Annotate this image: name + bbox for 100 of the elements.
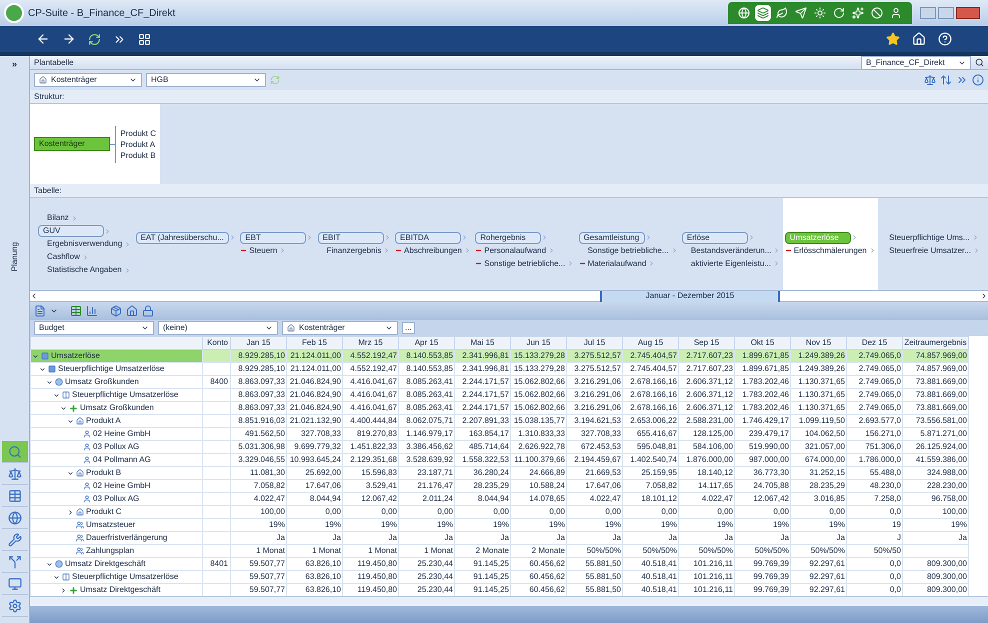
collapse-icon[interactable] — [67, 470, 74, 476]
star-icon[interactable] — [886, 32, 900, 46]
scroll-left-icon[interactable] — [30, 292, 38, 300]
help-icon[interactable] — [938, 32, 952, 46]
leaf-icon[interactable] — [776, 7, 788, 19]
house-icon — [76, 417, 84, 425]
table-cell: 0,00 — [790, 506, 846, 518]
collapse-icon[interactable] — [46, 560, 53, 568]
caret-icon[interactable] — [50, 307, 58, 315]
collapse-icon[interactable] — [39, 366, 46, 372]
lock-icon[interactable] — [142, 305, 154, 317]
dropdown[interactable]: HGB — [146, 73, 266, 87]
app-logo-icon[interactable] — [4, 3, 24, 23]
collapse-icon[interactable] — [53, 574, 60, 580]
flow-item[interactable]: Steuerpflichtige Ums... — [889, 232, 970, 244]
structure-node[interactable]: Kostenträger — [34, 137, 110, 151]
refresh-icon[interactable] — [88, 32, 101, 46]
info-icon[interactable] — [972, 74, 984, 86]
dropdown[interactable]: Budget — [34, 321, 154, 335]
layers-icon[interactable] — [757, 7, 769, 19]
tree-cell: Zahlungsplan — [30, 544, 202, 558]
collapse-icon[interactable] — [67, 418, 74, 424]
flow-node[interactable]: EBITDA — [395, 232, 462, 244]
dropdown[interactable]: Kostenträger — [34, 73, 142, 87]
table-cell: 2.606.371,12 — [678, 402, 734, 414]
column-header: Sep 15 — [678, 336, 734, 350]
flow-item[interactable]: Steuerfreie Umsatzer... — [889, 244, 971, 256]
back-icon[interactable] — [36, 32, 50, 46]
forward-icon[interactable] — [62, 32, 76, 46]
flow-item[interactable]: Statistische Angaben — [47, 264, 122, 276]
flow-item[interactable]: Abschreibungen — [404, 244, 462, 256]
table-icon[interactable] — [8, 488, 22, 502]
flow-item[interactable]: Sonstige betriebliche... — [484, 258, 566, 270]
house-icon[interactable] — [126, 305, 138, 317]
search-icon[interactable] — [975, 58, 984, 67]
sidebar-tab[interactable]: Planung — [8, 242, 20, 271]
grid-icon[interactable] — [138, 32, 151, 46]
spreadsheet-icon[interactable] — [70, 305, 82, 317]
sparkle-icon[interactable] — [852, 7, 864, 19]
home-icon[interactable] — [912, 32, 926, 46]
table-cell: 25.159,95 — [622, 466, 678, 480]
table-cell: 28.235,29 — [454, 480, 510, 492]
flow-node[interactable]: EAT (Jahresüberschu... — [136, 232, 229, 244]
chart-icon[interactable] — [86, 305, 98, 317]
dropdown[interactable]: Kostenträger — [282, 321, 398, 335]
collapse-icon[interactable] — [60, 404, 67, 412]
flow-node[interactable]: Erlöse — [682, 232, 748, 244]
sun-icon[interactable] — [814, 7, 826, 19]
flow-item[interactable]: Finanzergebnis — [326, 244, 382, 256]
table-cell: 15.038.135,77 — [510, 414, 566, 428]
collapse-icon[interactable] — [32, 352, 39, 360]
dropdown[interactable]: (keine) — [158, 321, 278, 335]
person-icon[interactable] — [890, 7, 902, 19]
flow-item[interactable]: aktivierte Eigenleistu... — [690, 258, 771, 270]
table-cell: 104.062,50 — [790, 428, 846, 440]
dropdown[interactable]: B_Finance_CF_Direkt — [861, 56, 971, 70]
expand-button[interactable]: » — [12, 58, 17, 72]
scroll-right-icon[interactable] — [980, 292, 988, 300]
sort-icon[interactable] — [940, 74, 952, 86]
table-cell: 26.125.924,00 — [902, 440, 968, 454]
expand-icon[interactable] — [67, 508, 74, 516]
scale-icon[interactable] — [924, 74, 936, 86]
flow-node[interactable]: GUV — [38, 225, 104, 237]
table-cell: 1 Monat — [398, 544, 454, 558]
expand-icon[interactable] — [60, 586, 67, 594]
more-button[interactable]: ... — [402, 322, 415, 334]
table-cell: 11.081,30 — [230, 466, 286, 480]
table-cell: Ja — [510, 532, 566, 544]
collapse-icon[interactable] — [53, 392, 60, 398]
collapse-icon[interactable] — [46, 378, 53, 386]
globe-icon[interactable] — [8, 510, 22, 524]
settings-icon[interactable] — [8, 598, 22, 612]
flow-item[interactable]: Materialaufwand — [588, 258, 646, 270]
flow-node[interactable]: EBT — [240, 232, 306, 244]
structure-item[interactable]: Produkt A — [116, 138, 156, 150]
table-cell: 1.099.119,50 — [790, 414, 846, 428]
flow-item[interactable]: Sonstige betriebliche... — [588, 244, 669, 256]
flow-item[interactable]: Erlösschmälerungen — [794, 244, 867, 256]
magnifier-icon[interactable] — [8, 444, 22, 458]
ban-icon[interactable] — [871, 7, 883, 19]
tools-icon[interactable] — [8, 532, 22, 546]
flow-item[interactable]: Bestandsveränderun... — [690, 244, 772, 256]
flow-item[interactable]: Ergebnisverwendung — [47, 238, 122, 250]
split-icon[interactable] — [8, 554, 22, 568]
send-icon[interactable] — [795, 7, 807, 19]
period-range[interactable]: Januar - Dezember 2015 — [600, 290, 780, 302]
refresh-icon[interactable] — [833, 7, 845, 19]
flow-node[interactable]: Gesamtleistung — [578, 232, 645, 244]
flow-node[interactable]: EBIT — [318, 232, 384, 244]
flow-item[interactable]: Cashflow — [47, 251, 80, 263]
monitor-icon[interactable] — [8, 576, 22, 590]
document-icon[interactable] — [34, 305, 46, 317]
flow-item[interactable]: Steuern — [249, 244, 278, 256]
square-icon — [41, 352, 49, 360]
flow-item[interactable]: Personalaufwand — [484, 244, 546, 256]
table-cell: 8.085.263,41 — [398, 402, 454, 414]
flow-node[interactable]: Rohergebnis — [475, 232, 542, 244]
structure-item[interactable]: Produkt B — [116, 150, 156, 160]
flow-item[interactable]: Bilanz — [47, 212, 69, 224]
structure-item[interactable]: Produkt C — [116, 128, 156, 138]
